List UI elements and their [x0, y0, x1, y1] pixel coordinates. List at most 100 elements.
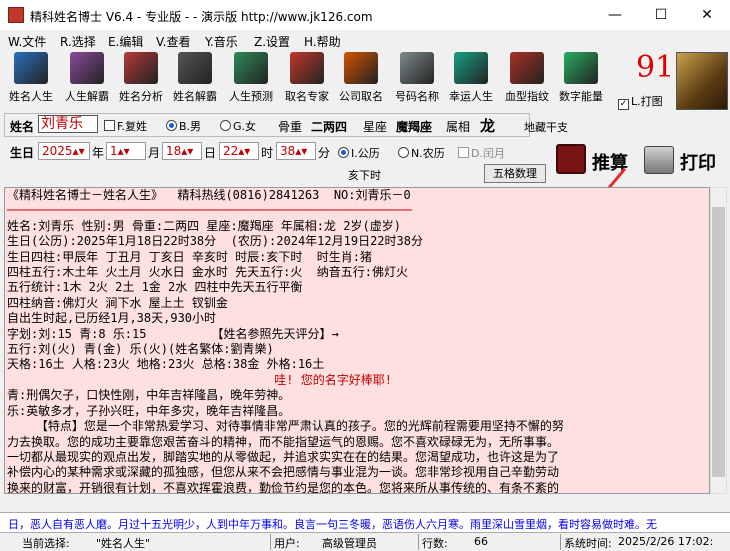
day-spinner[interactable]: 18 [162, 142, 202, 160]
male-radio[interactable]: B.男 [166, 118, 201, 134]
zodiac-value: 龙 [480, 117, 496, 135]
toolbar-label: 人生预测 [229, 90, 273, 103]
minute-spinner[interactable]: 38 [276, 142, 316, 160]
toolbar-button-8[interactable]: 号码名称 [390, 52, 444, 106]
lunar-radio[interactable]: N.农历 [398, 145, 445, 161]
toolbar-button-1[interactable]: 姓名人生 [4, 52, 58, 106]
close-button[interactable]: ✕ [684, 0, 730, 30]
toolbar-label: 姓名分析 [119, 90, 163, 103]
toolbar-label: 取名专家 [285, 90, 329, 103]
solar-label: I.公历 [351, 147, 380, 160]
bone-weight-label: 骨重 [278, 120, 303, 134]
toolbar-button-2[interactable]: 人生解霸 [60, 52, 114, 106]
divider [418, 534, 419, 550]
status-time-value: 2025/2/26 17:02: [618, 535, 714, 548]
book-icon [400, 52, 434, 84]
text-line: 生日(公历):2025年1月18日22时38分 (农历):2024年12月19日… [7, 234, 423, 249]
print-button[interactable]: 打印 [680, 149, 716, 175]
leap-month-checkbox[interactable]: D.闰月 [458, 145, 505, 161]
solar-radio[interactable]: I.公历 [338, 145, 380, 161]
text-line: 《精科姓名博士－姓名人生》 精科热线(0816)2841263 NO:刘青乐－0 [7, 188, 411, 202]
dizang-label: 地藏干支 [524, 121, 568, 134]
hour-name: 亥下时 [348, 169, 381, 182]
male-label: B.男 [179, 120, 202, 133]
wuge-button[interactable]: 五格数理 [484, 164, 546, 183]
book-icon [344, 52, 378, 84]
book-icon [178, 52, 212, 84]
book-icon [124, 52, 158, 84]
app-icon [8, 7, 24, 23]
text-line: 字划:刘:15 青:8 乐:15 【姓名参照先天评分】→ [7, 326, 339, 341]
book-icon [556, 144, 586, 174]
radio-icon [398, 147, 409, 158]
text-line: 姓名:刘青乐 性别:男 骨重:二两四 星座:魔羯座 年属相:龙 2岁(虚岁) [7, 218, 401, 233]
toolbar-button-5[interactable]: 人生预测 [224, 52, 278, 106]
leap-month-label: D.闰月 [471, 147, 505, 160]
menu-file[interactable]: W.文件 [8, 33, 46, 50]
print-chart-checkbox[interactable]: ✓ L.打图 [618, 93, 663, 110]
female-radio[interactable]: G.女 [220, 118, 256, 134]
result-text-area[interactable]: 《精科姓名博士－姓名人生》 精科热线(0816)2841263 NO:刘青乐－0… [4, 187, 710, 494]
book-icon [290, 52, 324, 84]
toolbar-button-10[interactable]: 血型指纹 [500, 52, 554, 106]
toolbar-button-9[interactable]: 幸运人生 [444, 52, 498, 106]
toolbar-label: 幸运人生 [449, 90, 493, 103]
maximize-button[interactable]: ☐ [638, 0, 684, 30]
checkbox-icon [104, 120, 115, 131]
minute-unit: 分 [318, 146, 331, 160]
toolbar-button-4[interactable]: 姓名解霸 [168, 52, 222, 106]
hour-spinner[interactable]: 22 [219, 142, 259, 160]
menu-settings[interactable]: Z.设置 [254, 33, 290, 50]
text-line: 五行:刘(火) 青(金) 乐(火)(姓名繁体:劉青樂) [7, 342, 274, 357]
dragon-image [676, 52, 728, 110]
toolbar-label: 人生解霸 [65, 90, 109, 103]
toolbar-label: 号码名称 [395, 90, 439, 103]
radio-icon [166, 120, 177, 131]
status-rows-value: 66 [474, 535, 488, 548]
menu-help[interactable]: H.帮助 [304, 33, 341, 50]
text-line: 生日四柱:甲辰年 丁丑月 丁亥日 辛亥时 时辰:亥下时 时生肖:猪 [7, 249, 373, 264]
divider [270, 534, 271, 550]
status-rows-label: 行数: [422, 537, 448, 550]
scroll-thumb[interactable] [712, 207, 725, 477]
year-spinner[interactable]: 2025 [38, 142, 90, 160]
marquee-bar: 日，恶人自有恶人磨。月过十五光明少，人到中年万事和。良言一句三冬暖，恶语伤人六月… [0, 512, 730, 532]
text-line: 自出生时起,已历经1月,38天,930小时 [7, 311, 217, 326]
toolbar-button-7[interactable]: 公司取名 [334, 52, 388, 106]
toolbar-label: 姓名人生 [9, 90, 53, 103]
result-text: 《精科姓名博士－姓名人生》 精科热线(0816)2841263 NO:刘青乐－0… [7, 188, 564, 493]
text-line: 哇! 您的名字好棒耶! [7, 372, 392, 387]
menu-music[interactable]: Y.音乐 [205, 33, 238, 50]
toolbar-button-11[interactable]: 数字能量 [554, 52, 608, 106]
book-icon [14, 52, 48, 84]
score-value: 91 [636, 50, 675, 85]
status-current-value: "姓名人生" [96, 537, 151, 550]
minimize-button[interactable]: — [592, 0, 638, 30]
text-line: 天格:16土 人格:23火 地格:23火 总格:38金 外格:16土 [7, 357, 325, 372]
window-title: 精科姓名博士 V6.4 - 专业版 - - 演示版 http://www.jk1… [30, 10, 373, 24]
text-line: 四柱五行:木土年 火土月 火水日 金水时 先天五行:火 纳音五行:佛灯火 [7, 265, 409, 280]
radio-icon [220, 120, 231, 131]
menu-view[interactable]: V.查看 [156, 33, 190, 50]
toolbar-button-6[interactable]: 取名专家 [280, 52, 334, 106]
book-icon [564, 52, 598, 84]
menu-select[interactable]: R.选择 [60, 33, 96, 50]
month-spinner[interactable]: 1 [106, 142, 146, 160]
checkbox-icon: ✓ [618, 99, 629, 110]
text-line: 五行统计:1木 2火 2土 1金 2水 四柱中先天五行平衡 [7, 280, 303, 295]
book-icon [510, 52, 544, 84]
bone-weight-value: 二两四 [311, 120, 348, 134]
lunar-label: N.农历 [411, 147, 445, 160]
toolbar-button-3[interactable]: 姓名分析 [114, 52, 168, 106]
toolbar-label: 数字能量 [559, 90, 603, 103]
name-input[interactable]: 刘青乐 [38, 115, 98, 133]
female-label: G.女 [233, 120, 257, 133]
marquee-text: 日，恶人自有恶人磨。月过十五光明少，人到中年万事和。良言一句三冬暖，恶语伤人六月… [8, 518, 657, 531]
text-line: 青:刑偶欠子，口快性刚，中年吉祥隆昌，晚年劳神。 [7, 388, 291, 403]
compound-surname-checkbox[interactable]: F.复姓 [104, 118, 147, 134]
text-line: 四柱纳音:佛灯火 涧下水 屋上土 钗钏金 [7, 295, 228, 310]
menu-edit[interactable]: E.编辑 [108, 33, 143, 50]
print-chart-label: L.打图 [631, 95, 663, 108]
spacer [0, 494, 730, 512]
birth-label: 生日 [10, 146, 35, 160]
